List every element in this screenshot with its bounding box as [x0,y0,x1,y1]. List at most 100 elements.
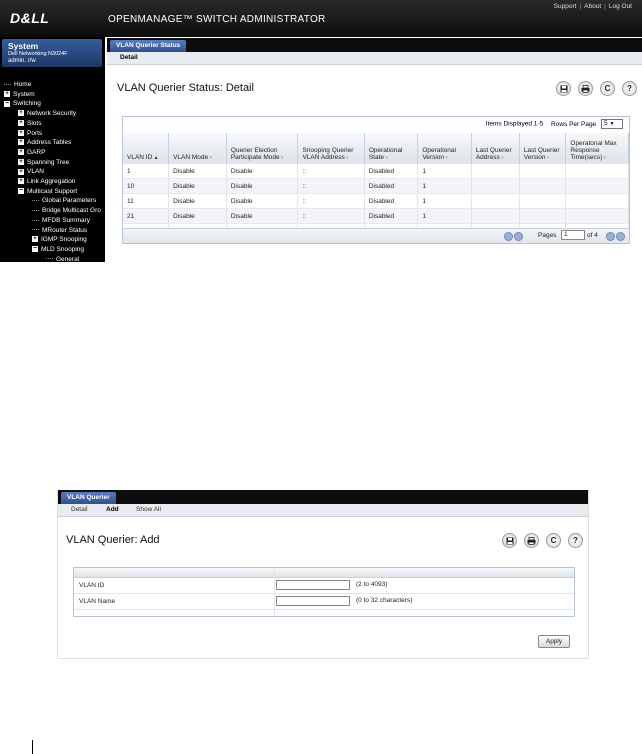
system-info-box[interactable]: System Dell Networking N3024F admin, r/w [2,39,102,67]
about-link[interactable]: About [584,3,601,10]
vlan-name-label: VLAN Name [79,598,116,605]
column-header[interactable]: Last Querier Address ▾ [471,133,520,164]
save-icon[interactable] [556,81,571,96]
first-page-button[interactable] [504,232,513,241]
sort-icon[interactable]: ▾ [444,155,448,161]
nav-item-address-tables[interactable]: + Address Tables [18,139,71,146]
sort-icon[interactable]: ▾ [602,155,607,161]
table-cell [471,208,520,224]
refresh-icon[interactable]: C [546,533,561,548]
support-link[interactable]: Support [554,3,577,10]
nav-item-network-security[interactable]: + Network Security [18,110,76,117]
table-header-row: VLAN ID ▲ VLAN Mode ▾ Querier Election Par… [123,133,629,164]
column-header[interactable]: VLAN ID ▲ [123,133,170,164]
table-row[interactable]: 1 Disable Disable:: Disabled 1 [123,163,629,179]
collapse-icon[interactable]: − [4,100,10,107]
table-cell [565,178,629,194]
expand-icon[interactable]: + [18,139,24,146]
table-cell: Disable [226,178,299,194]
tab-vlan-querier[interactable]: VLAN Querier [61,492,116,504]
vlan-name-input[interactable] [276,596,350,606]
tab-vlan-querier-status[interactable]: VLAN Querier Status [110,40,187,52]
nav-item-mfdb-summary[interactable]: MFDB Summary [32,217,90,224]
page-title: VLAN Querier Status: Detail [117,82,254,94]
device-name: Dell Networking N3024F [8,51,68,57]
save-icon[interactable] [502,533,517,548]
tab-bar: VLAN Querier [58,490,588,504]
subtab-add[interactable]: Add [106,506,119,513]
apply-button[interactable]: Apply [538,635,570,648]
nav-item-ports[interactable]: + Ports [18,130,42,137]
print-icon[interactable] [524,533,539,548]
expand-icon[interactable]: + [18,149,24,156]
nav-item-general[interactable]: General [46,256,79,262]
system-title: System [8,41,39,51]
expand-icon[interactable]: + [18,120,24,127]
logout-link[interactable]: Log Out [609,3,632,10]
sort-icon[interactable]: ▾ [545,155,550,161]
sort-icon[interactable]: ▾ [384,155,388,161]
table-row[interactable]: 21 Disable Disable:: Disabled 1 [123,208,629,224]
next-page-button[interactable] [606,232,615,241]
sort-icon[interactable]: ▾ [280,155,284,161]
nav-item-label: Address Tables [27,139,72,147]
nav-item-bridge-multicast-gro[interactable]: Bridge Multicast Gro [32,207,101,214]
nav-item-home[interactable]: Home [4,81,31,88]
collapse-icon[interactable]: − [32,245,38,253]
nav-item-global-parameters[interactable]: Global Parameters [32,197,96,204]
subtab-detail[interactable]: Detail [71,506,88,513]
print-icon-glyph [581,84,590,93]
nav-item-vlan[interactable]: + VLAN [18,168,44,175]
collapse-icon[interactable]: − [18,187,24,194]
nav-item-slots[interactable]: + Slots [18,120,41,127]
nav-item-multicast-support[interactable]: − Multicast Support [18,187,77,195]
nav-item-label: Ports [27,129,43,137]
help-icon[interactable]: ? [622,81,637,96]
expand-icon[interactable]: + [18,110,24,117]
table-row[interactable]: 11 Disable Disable:: Disabled 1 [123,193,629,209]
expand-icon[interactable]: + [4,90,10,97]
expand-icon[interactable]: + [18,168,24,175]
table-cell [471,163,520,179]
column-header[interactable]: Last Querier Version ▾ [519,133,567,164]
subtab-show-all[interactable]: Show All [136,506,161,513]
nav-item-switching[interactable]: − Switching [4,100,41,107]
column-header-label: Last Querier Version [523,147,560,161]
column-header[interactable]: Snooping Querier VLAN Address ▾ [297,133,365,164]
nav-item-mrouter-status[interactable]: MRouter Status [32,227,87,234]
expand-icon[interactable]: + [18,158,24,165]
subtab-detail[interactable]: Detail [120,54,138,61]
column-header[interactable]: Operatonal Max Response Time(secs) ▾ [565,133,629,164]
prev-page-button[interactable] [514,232,523,241]
expand-icon[interactable]: + [32,236,38,243]
rows-per-page-label: Rows Per Page [551,120,597,128]
nav-item-garp[interactable]: + GARP [18,149,45,156]
column-header[interactable]: Operational Version ▾ [417,133,472,164]
sort-icon[interactable]: ▾ [208,155,212,161]
rows-per-page-select[interactable]: 5 ▼ [601,119,623,129]
nav-item-mld-snooping[interactable]: − MLD Snooping [32,245,84,253]
nav-item-label: General [56,255,80,262]
nav-item-system[interactable]: + System [4,91,35,98]
vlan-id-input[interactable] [276,580,350,590]
nav-item-spanning-tree[interactable]: + Spanning Tree [18,159,69,166]
expand-icon[interactable]: + [18,129,24,136]
expand-icon[interactable]: + [18,178,24,185]
sort-icon[interactable]: ▾ [345,155,349,161]
sort-asc-icon[interactable]: ▲ [152,155,159,161]
nav-item-igmp-snooping[interactable]: + IGMP Snooping [32,236,87,243]
refresh-icon[interactable]: C [600,81,615,96]
last-page-button[interactable] [616,232,625,241]
table-row[interactable]: 10 Disable Disable:: Disabled 1 [123,178,629,194]
print-icon[interactable] [578,81,593,96]
table-cell [565,208,629,224]
nav-item-link-aggregation[interactable]: + Link Aggregation [18,178,75,185]
column-header[interactable]: Querier Election Participate Mode ▾ [226,133,299,164]
nav-item-label: Bridge Multicast Gro [42,207,101,215]
sort-icon[interactable]: ▾ [500,155,504,161]
page-input[interactable]: 1 [561,230,585,240]
column-header[interactable]: Operational State ▾ [364,133,419,164]
help-icon[interactable]: ? [568,533,583,548]
column-header[interactable]: VLAN Mode ▾ [168,133,227,164]
table-info: Items Displayed 1-5 Rows Per Page 5 ▼ [486,119,623,129]
